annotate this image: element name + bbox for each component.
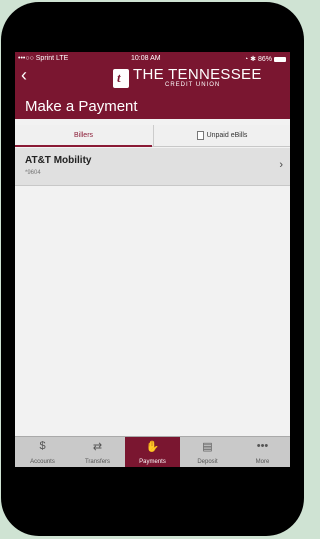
tab-billers[interactable]: Billers: [15, 125, 152, 147]
tabbar-label: Payments: [139, 459, 166, 465]
payments-icon: ✋: [145, 441, 160, 453]
chevron-right-icon: ›: [279, 159, 283, 171]
biller-account: *9604: [25, 170, 41, 176]
list-item[interactable]: AT&T Mobility *9604 ›: [15, 148, 290, 186]
tabbar-label: Accounts: [30, 459, 55, 465]
page-title: Make a Payment: [25, 98, 138, 115]
status-time: 10:08 AM: [131, 55, 161, 62]
tabbar-payments[interactable]: ✋ Payments: [125, 437, 180, 467]
app-screen: •••○○ Sprint LTE 10:08 AM ◔ ✱ 86% ‹ t TH…: [15, 52, 290, 467]
app-header: •••○○ Sprint LTE 10:08 AM ◔ ✱ 86% ‹ t TH…: [15, 52, 290, 119]
brand-subtitle: CREDIT UNION: [165, 82, 221, 88]
tabbar-deposit[interactable]: ▤ Deposit: [180, 437, 235, 467]
tabbar-label: Transfers: [84, 459, 111, 465]
tab-billers-label: Billers: [73, 132, 94, 139]
status-right: ◔ ✱ 86%: [244, 55, 286, 63]
battery-percent: 86%: [257, 56, 272, 63]
tabbar-label: More: [255, 459, 270, 465]
dollar-icon: $: [39, 440, 46, 452]
carrier-signal: •••○○ Sprint LTE: [18, 55, 69, 62]
credit-union-logo-icon: t: [113, 69, 129, 88]
status-bar: •••○○ Sprint LTE 10:08 AM ◔ ✱ 86%: [15, 52, 290, 66]
tabbar-more[interactable]: ••• More: [235, 437, 290, 467]
biller-name: AT&T Mobility: [25, 155, 92, 166]
tab-ebills-label: Unpaid eBills: [206, 132, 248, 139]
tabbar-transfers[interactable]: ⇄ Transfers: [70, 437, 125, 467]
alarm-icon: ◔ ✱: [244, 56, 258, 63]
transfer-icon: ⇄: [92, 441, 103, 453]
more-dots-icon: •••: [256, 440, 269, 452]
tabbar-label: Deposit: [197, 459, 218, 465]
brand-name: THE TENNESSEE: [133, 66, 262, 83]
segmented-tabs: Billers Unpaid eBills: [15, 125, 290, 147]
back-chevron-icon[interactable]: ‹: [21, 65, 27, 86]
battery-icon: [274, 56, 286, 62]
check-deposit-icon: ▤: [202, 441, 213, 453]
bottom-tab-bar: $ Accounts ⇄ Transfers ✋ Payments ▤ Depo…: [15, 436, 290, 467]
tabbar-accounts[interactable]: $ Accounts: [15, 437, 70, 467]
document-icon: [196, 130, 204, 140]
tab-unpaid-ebills[interactable]: Unpaid eBills: [153, 125, 290, 147]
phone-frame: •••○○ Sprint LTE 10:08 AM ◔ ✱ 86% ‹ t TH…: [1, 2, 304, 536]
